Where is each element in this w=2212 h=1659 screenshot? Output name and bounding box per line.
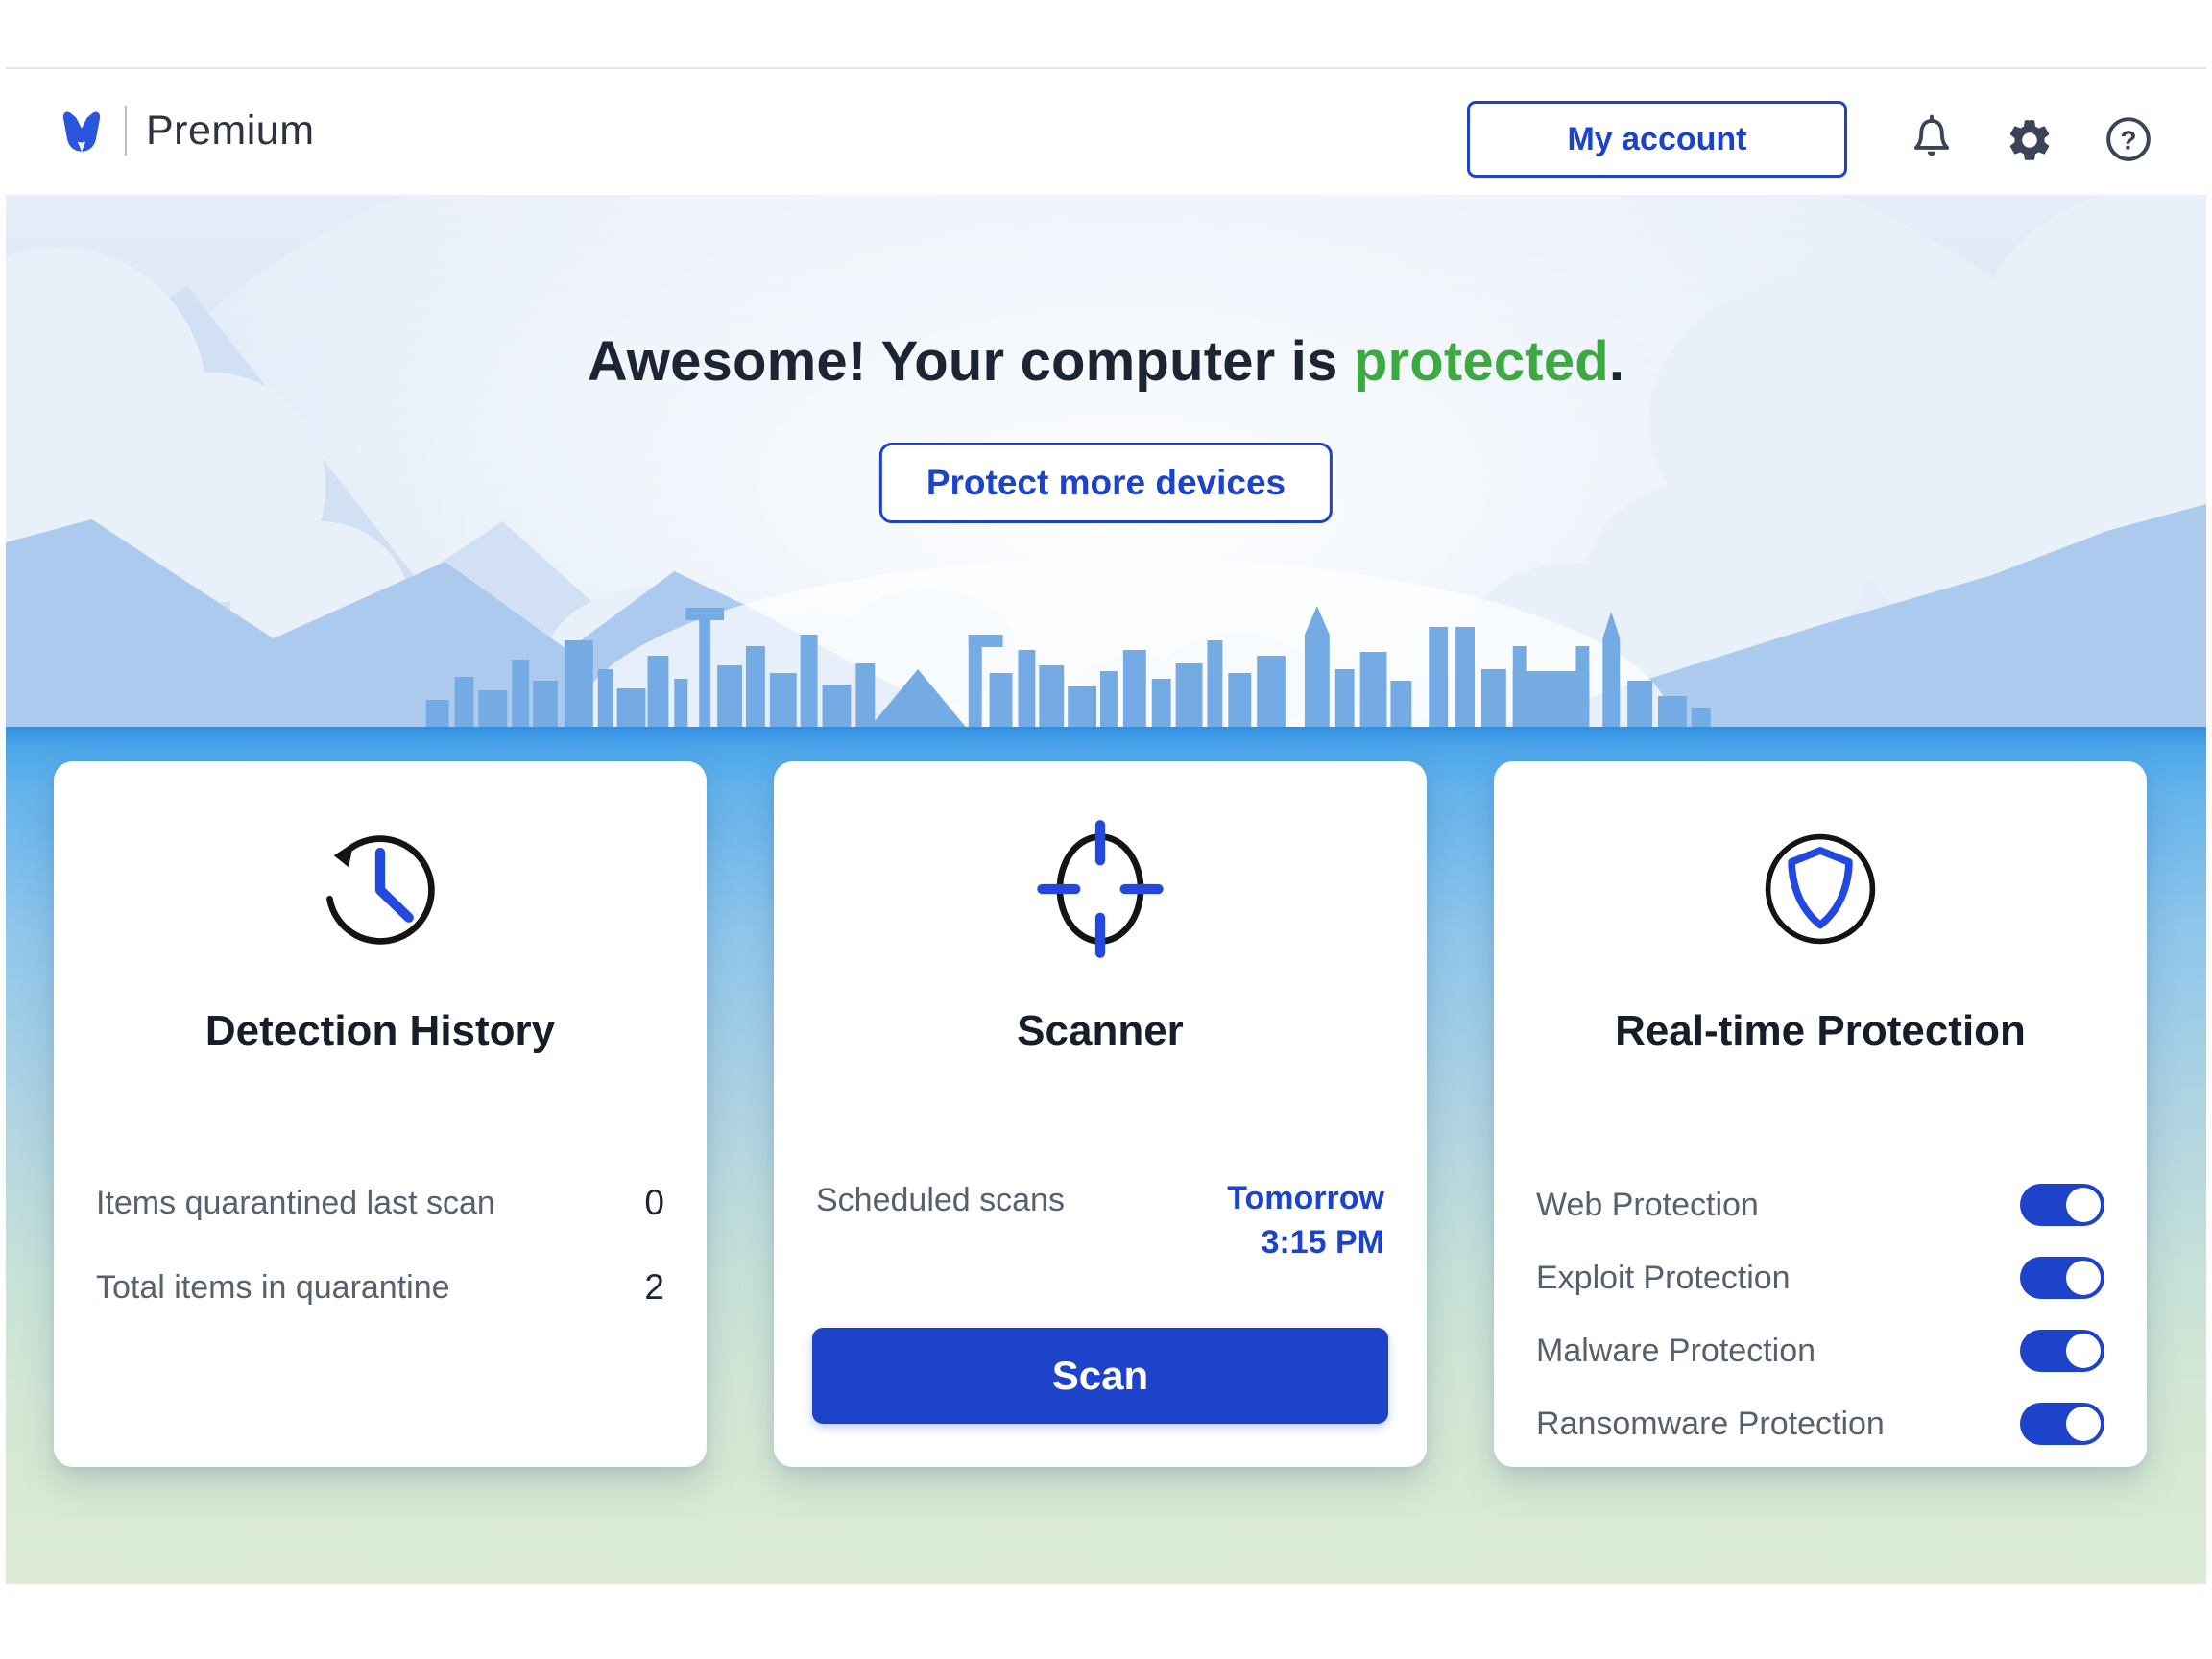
settings-gear-icon[interactable]: [2005, 113, 2055, 167]
notifications-bell-icon[interactable]: [1907, 111, 1957, 165]
malwarebytes-logo-icon: [56, 107, 108, 155]
scheduled-time: 3:15 PM: [1262, 1224, 1385, 1261]
toggle-row-malware-protection: Malware Protection: [1536, 1324, 2104, 1378]
stat-row-total-in-quarantine: Total items in quarantine 2: [96, 1259, 664, 1316]
detection-stats: Items quarantined last scan 0 Total item…: [96, 1174, 664, 1343]
scheduled-scans-label: Scheduled scans: [816, 1176, 1065, 1264]
toggle-label: Malware Protection: [1536, 1333, 1815, 1370]
web-protection-toggle[interactable]: [2020, 1184, 2104, 1226]
my-account-button[interactable]: My account: [1467, 101, 1847, 178]
top-bar: Premium My account ?: [6, 67, 2206, 195]
svg-text:?: ?: [2120, 125, 2136, 155]
scheduled-day: Tomorrow: [1227, 1180, 1384, 1216]
help-icon[interactable]: ?: [2104, 115, 2152, 163]
detection-history-card[interactable]: Detection History Items quarantined last…: [54, 761, 707, 1467]
exploit-protection-toggle[interactable]: [2020, 1257, 2104, 1299]
shield-icon: [1746, 815, 1894, 963]
toggle-row-exploit-protection: Exploit Protection: [1536, 1251, 2104, 1305]
protect-more-devices-button[interactable]: Protect more devices: [879, 443, 1333, 523]
headline-prefix: Awesome! Your computer is: [588, 330, 1354, 393]
toggle-row-web-protection: Web Protection: [1536, 1178, 2104, 1232]
status-headline: Awesome! Your computer is protected.: [6, 329, 2206, 394]
ransomware-protection-toggle[interactable]: [2020, 1403, 2104, 1445]
toggle-label: Ransomware Protection: [1536, 1406, 1885, 1443]
card-title: Real-time Protection: [1494, 1007, 2147, 1055]
brand: Premium: [56, 106, 315, 156]
stat-value: 0: [644, 1183, 664, 1223]
toggle-knob: [2066, 1261, 2101, 1295]
stat-value: 2: [644, 1267, 664, 1308]
card-title: Detection History: [54, 1007, 707, 1055]
headline-protected: protected: [1354, 330, 1609, 393]
stat-label: Total items in quarantine: [96, 1269, 450, 1307]
scanner-card[interactable]: Scanner Scheduled scans Tomorrow 3:15 PM…: [774, 761, 1427, 1467]
product-edition-label: Premium: [146, 108, 315, 155]
card-title: Scanner: [774, 1007, 1427, 1055]
realtime-protection-card[interactable]: Real-time Protection Web Protection Expl…: [1494, 761, 2147, 1467]
hero-banner: Awesome! Your computer is protected. Pro…: [6, 195, 2206, 727]
toggle-knob: [2066, 1188, 2101, 1222]
scheduled-scans-row: Scheduled scans Tomorrow 3:15 PM: [816, 1176, 1384, 1264]
protection-toggles: Web Protection Exploit Protection Malwar…: [1536, 1178, 2104, 1470]
scan-button[interactable]: Scan: [812, 1328, 1388, 1424]
stat-row-quarantined-last-scan: Items quarantined last scan 0: [96, 1174, 664, 1232]
malware-protection-toggle[interactable]: [2020, 1330, 2104, 1372]
scanner-crosshair-icon: [1026, 815, 1174, 963]
toggle-row-ransomware-protection: Ransomware Protection: [1536, 1397, 2104, 1451]
toggle-knob: [2066, 1334, 2101, 1368]
stat-label: Items quarantined last scan: [96, 1185, 495, 1222]
headline-suffix: .: [1609, 330, 1624, 393]
brand-divider: [125, 106, 127, 156]
toggle-label: Exploit Protection: [1536, 1260, 1791, 1297]
scheduled-scan-time: Tomorrow 3:15 PM: [1227, 1176, 1384, 1264]
history-clock-icon: [306, 815, 454, 963]
toggle-knob: [2066, 1407, 2101, 1441]
toggle-label: Web Protection: [1536, 1187, 1759, 1224]
